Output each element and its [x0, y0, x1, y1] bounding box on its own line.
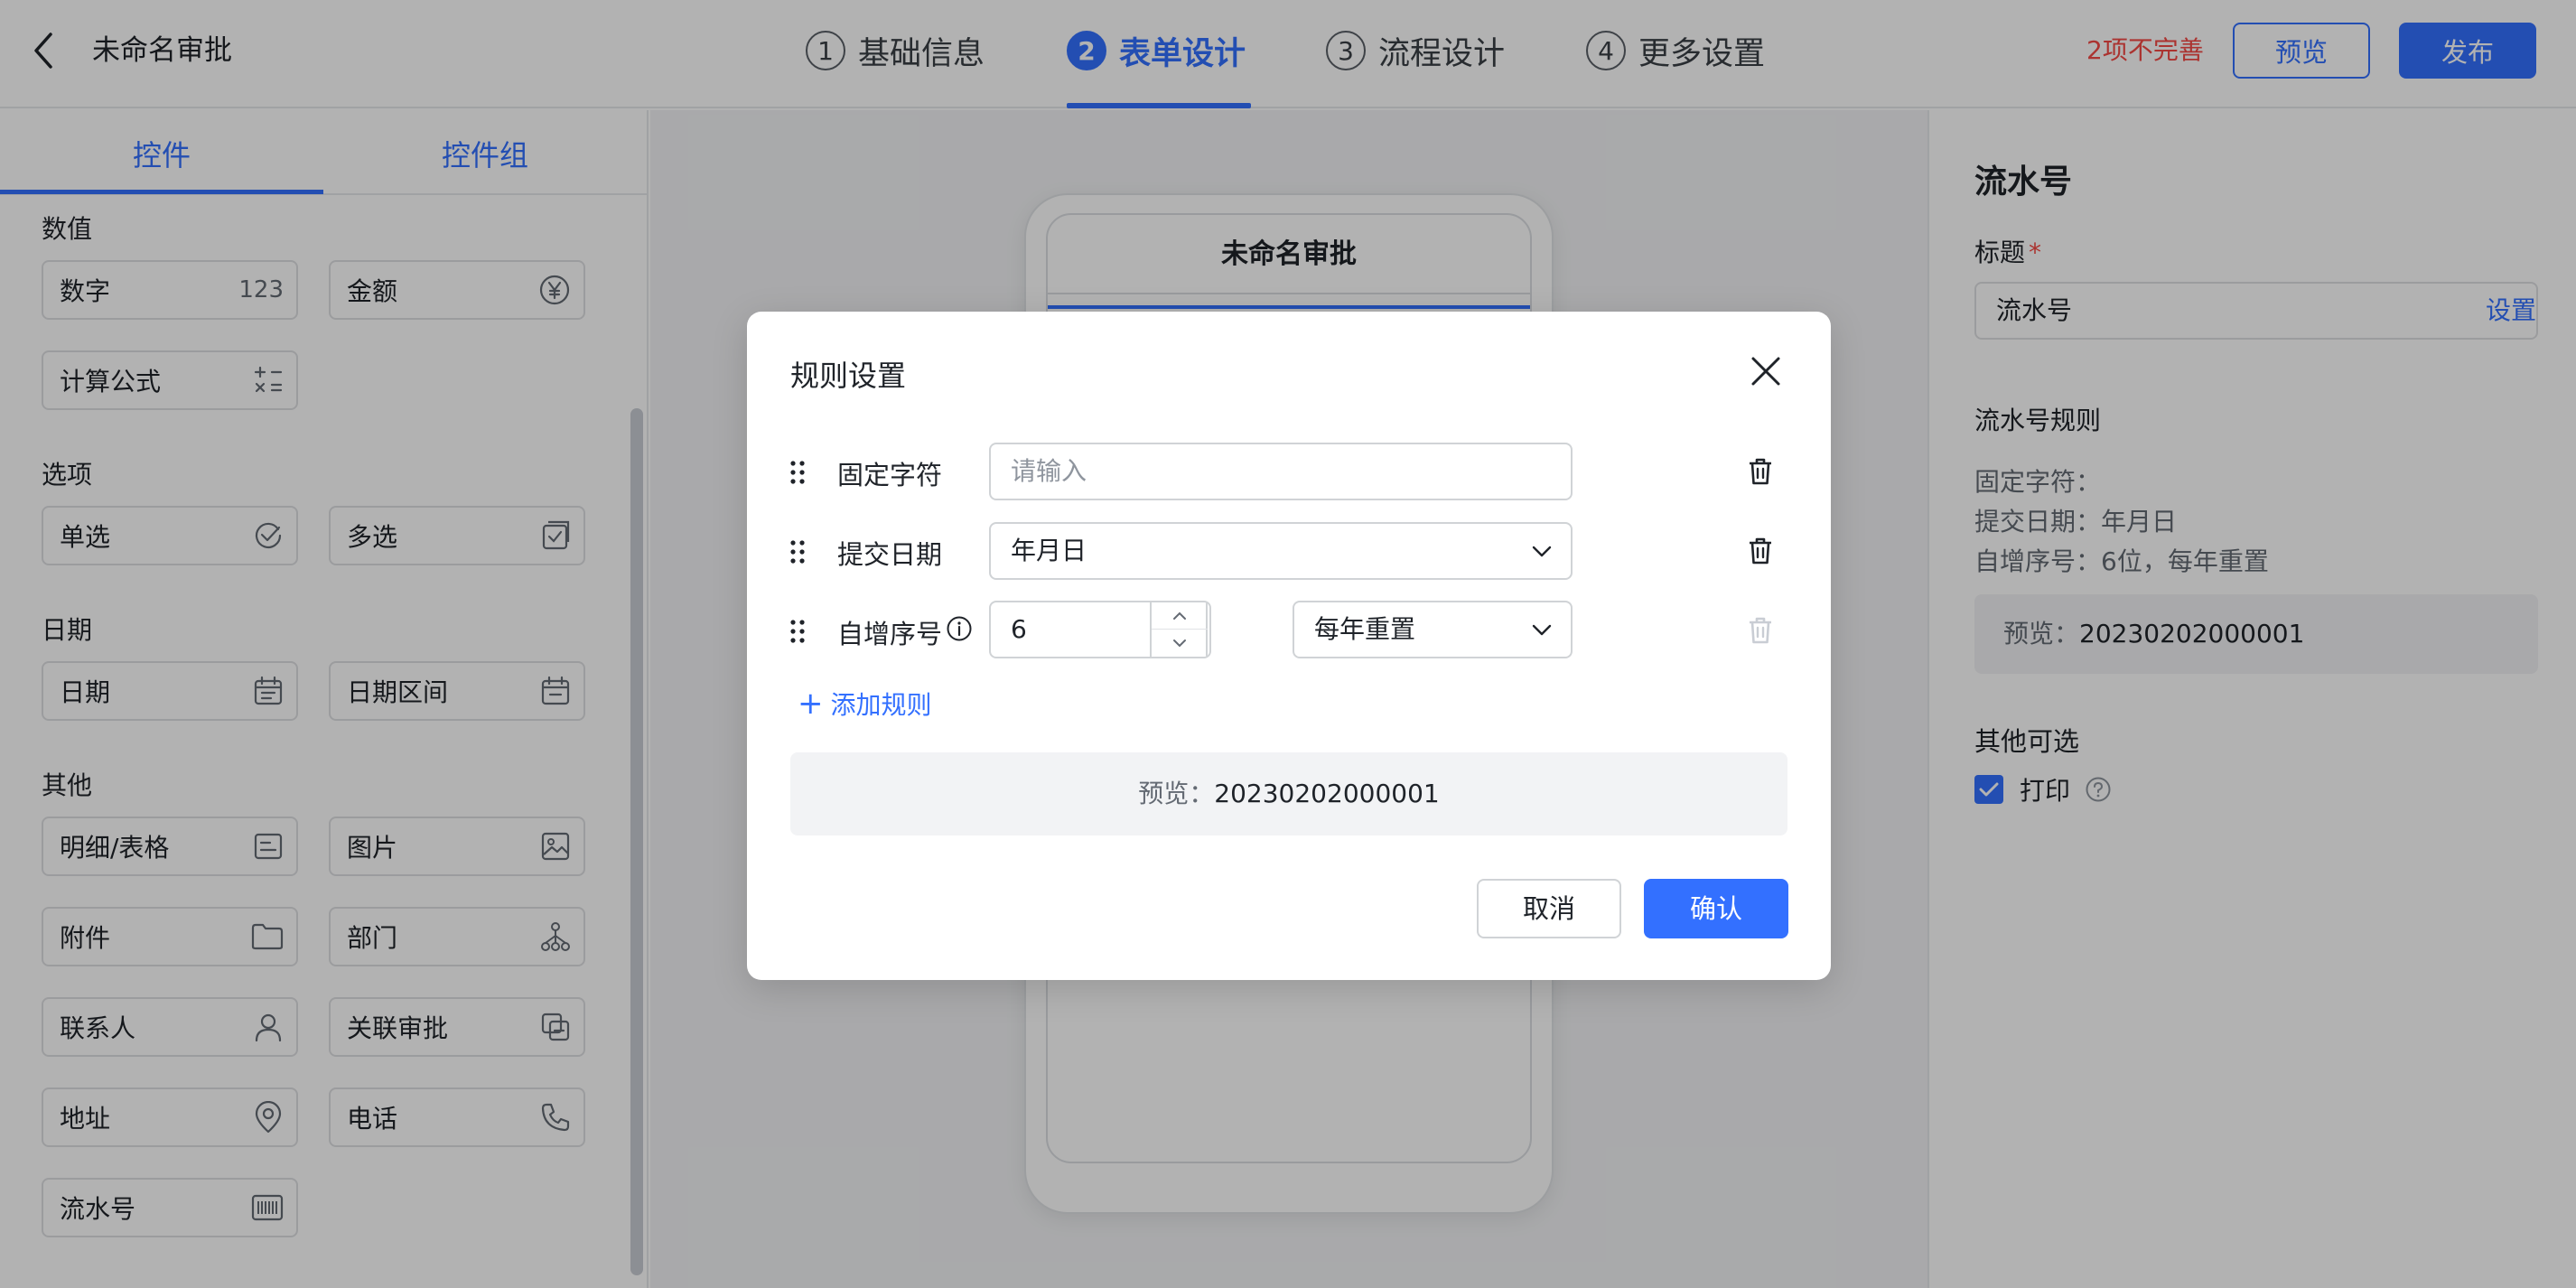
- drag-handle-icon[interactable]: [789, 618, 807, 645]
- digits-value: 6: [1011, 614, 1027, 644]
- chevron-down-icon: [1531, 619, 1553, 640]
- rule-label-date: 提交日期: [837, 539, 943, 570]
- number-stepper[interactable]: [1150, 602, 1208, 657]
- rule-settings-dialog: 规则设置 固定字符 请输入 提交日期 年月日 自增序号 6 每年重置 + 添加规…: [747, 312, 1831, 980]
- reset-cycle-select[interactable]: 每年重置: [1293, 601, 1573, 658]
- digits-number-input[interactable]: 6 位: [989, 601, 1211, 658]
- close-icon[interactable]: [1748, 353, 1784, 389]
- delete-trash-icon: [1748, 616, 1773, 645]
- digits-unit: 位: [1209, 602, 1211, 657]
- add-rule-label: 添加规则: [830, 690, 932, 720]
- chevron-down-icon[interactable]: [1152, 630, 1208, 657]
- chevron-up-icon[interactable]: [1152, 602, 1208, 630]
- delete-trash-icon[interactable]: [1748, 457, 1773, 486]
- date-format-value: 年月日: [1011, 536, 1087, 565]
- info-icon[interactable]: [946, 615, 973, 642]
- chevron-down-icon: [1531, 540, 1553, 562]
- confirm-button[interactable]: 确认: [1644, 879, 1788, 938]
- dialog-preview-box: 预览：20230202000001: [790, 752, 1787, 835]
- rule-label-sequence: 自增序号: [837, 619, 943, 649]
- drag-handle-icon[interactable]: [789, 538, 807, 565]
- date-format-select[interactable]: 年月日: [989, 522, 1573, 580]
- preview-label: 预览：: [1138, 779, 1215, 808]
- drag-handle-icon[interactable]: [789, 459, 807, 486]
- delete-trash-icon[interactable]: [1748, 537, 1773, 565]
- add-rule-button[interactable]: + 添加规则: [798, 686, 932, 722]
- fixed-chars-input[interactable]: 请输入: [989, 443, 1573, 500]
- reset-cycle-value: 每年重置: [1314, 614, 1416, 644]
- cancel-button[interactable]: 取消: [1477, 879, 1621, 938]
- preview-value: 20230202000001: [1214, 779, 1440, 808]
- plus-icon: +: [798, 686, 824, 722]
- rule-label-fixed: 固定字符: [837, 460, 943, 490]
- dialog-title: 规则设置: [790, 359, 907, 393]
